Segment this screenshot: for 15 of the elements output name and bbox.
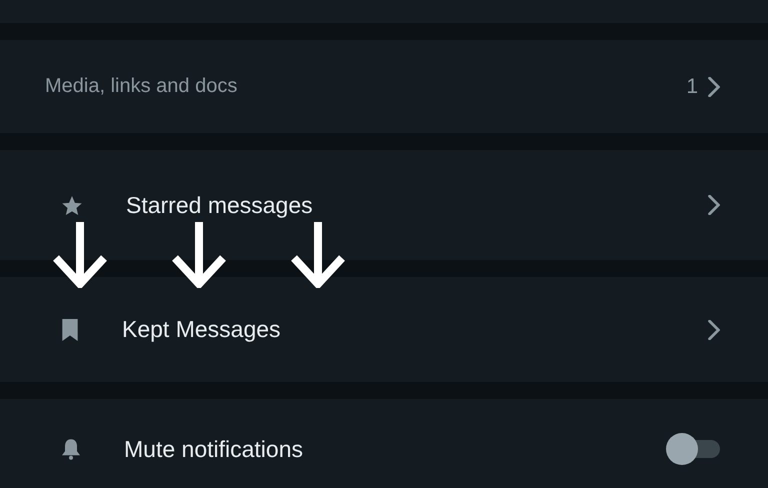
item-count: 1 (686, 74, 698, 98)
bookmark-icon (62, 318, 78, 340)
bell-icon (62, 438, 80, 460)
row-label[interactable]: Media, links and docs (45, 75, 686, 98)
chevron-right-icon (708, 320, 720, 340)
down-arrow-icon (171, 222, 227, 288)
toggle-switch[interactable] (666, 433, 720, 465)
row-label[interactable]: Kept Messages (122, 316, 281, 343)
row-label[interactable]: Mute notifications (124, 436, 303, 462)
chevron-right-icon (708, 76, 720, 96)
star-icon (62, 196, 82, 214)
chevron-right-icon (708, 195, 720, 215)
row-label[interactable]: Starred messages (126, 192, 313, 218)
down-arrow-icon (290, 222, 346, 288)
down-arrow-icon (52, 222, 108, 288)
